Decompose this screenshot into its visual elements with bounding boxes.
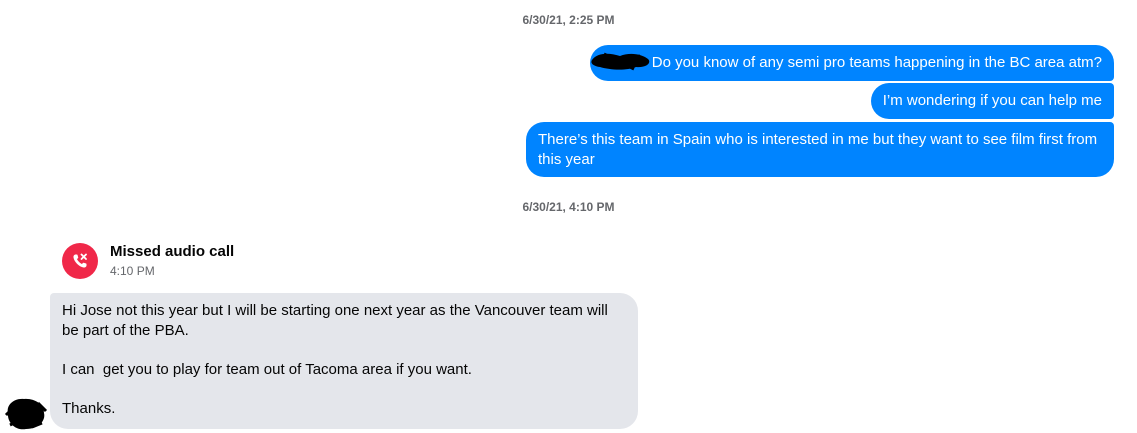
avatar[interactable] bbox=[2, 395, 48, 433]
missed-call-icon[interactable] bbox=[62, 243, 98, 279]
timestamp: 6/30/21, 2:25 PM bbox=[522, 13, 615, 27]
redaction-scribble bbox=[591, 52, 650, 71]
outgoing-message-text: Do you know of any semi pro teams happen… bbox=[651, 54, 1102, 71]
missed-call-title: Missed audio call bbox=[110, 243, 235, 260]
outgoing-message-text: There’s this team in Spain who is intere… bbox=[538, 131, 1098, 168]
missed-call-time: 4:10 PM bbox=[110, 264, 155, 278]
timestamp: 6/30/21, 4:10 PM bbox=[522, 200, 615, 214]
outgoing-message-text: I’m wondering if you can help me bbox=[882, 92, 1102, 109]
message-paragraph: Hi Jose not this year but I will be star… bbox=[62, 302, 612, 339]
incoming-message[interactable]: Hi Jose not this year but I will be star… bbox=[50, 293, 638, 429]
message-paragraph: I can get you to play for team out of Ta… bbox=[62, 361, 472, 378]
outgoing-message[interactable]: I’m wondering if you can help me bbox=[870, 83, 1114, 119]
message-thread: 6/30/21, 2:25 PM Do you know of any semi… bbox=[0, 0, 1137, 433]
outgoing-message[interactable]: Do you know of any semi pro teams happen… bbox=[589, 45, 1114, 81]
outgoing-message[interactable]: There’s this team in Spain who is intere… bbox=[526, 122, 1114, 177]
message-paragraph: Thanks. bbox=[62, 400, 116, 417]
